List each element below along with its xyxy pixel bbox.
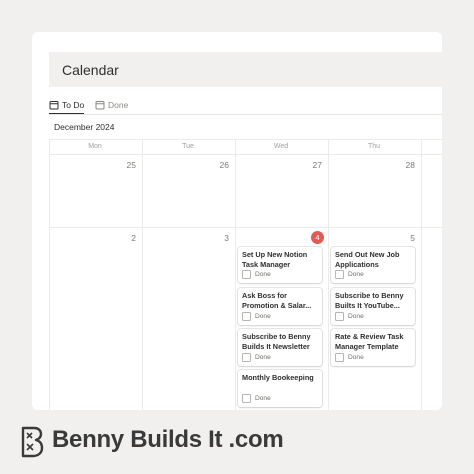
weekday-wed: Wed: [273, 143, 289, 150]
weekday-mon: Mon: [88, 143, 102, 150]
grid-line: [328, 139, 329, 410]
brand-footer: Benny Builds It .com: [20, 424, 284, 460]
done-label: Done: [255, 313, 271, 320]
tab-done[interactable]: Done: [95, 96, 128, 113]
task-card[interactable]: Ask Boss for Promotion & Salar... Done: [238, 288, 322, 325]
task-card[interactable]: Monthly Bookeeping Done: [238, 370, 322, 407]
day-number[interactable]: 26: [209, 160, 229, 170]
weekday-thu: Thu: [367, 143, 381, 150]
done-label: Done: [255, 271, 271, 278]
task-card[interactable]: Set Up New Notion Task Manager Done: [238, 247, 322, 283]
view-tabs: To Do Done: [49, 96, 442, 114]
done-toggle[interactable]: Done: [242, 394, 271, 403]
done-toggle[interactable]: Done: [335, 312, 364, 321]
task-card[interactable]: Subscribe to Benny Builts It YouTube... …: [331, 288, 415, 325]
day-number[interactable]: 2: [116, 233, 136, 243]
grid-line: [421, 139, 422, 410]
checkbox[interactable]: [335, 312, 344, 321]
done-toggle[interactable]: Done: [242, 312, 271, 321]
task-card[interactable]: Rate & Review Task Manager Template Done: [331, 329, 415, 366]
task-title: Monthly Bookeeping: [242, 373, 314, 382]
calendar-icon: [49, 100, 59, 109]
task-title: Subscribe to Benny Builts It YouTube...: [335, 291, 404, 310]
checkbox[interactable]: [242, 270, 251, 279]
checkbox[interactable]: [242, 353, 251, 362]
task-title: Set Up New Notion Task Manager: [242, 250, 308, 269]
grid-line: [49, 227, 442, 228]
checkbox[interactable]: [335, 353, 344, 362]
done-toggle[interactable]: Done: [242, 353, 271, 362]
done-toggle[interactable]: Done: [242, 270, 271, 279]
today-badge[interactable]: 4: [311, 231, 324, 244]
benny-logo-icon: [21, 426, 44, 458]
task-title: Send Out New Job Applications: [335, 250, 400, 269]
task-title: Rate & Review Task Manager Template: [335, 332, 404, 351]
grid-line: [49, 139, 50, 410]
day-number[interactable]: 5: [395, 233, 415, 243]
calendar-icon: [95, 100, 105, 109]
tab-to-do[interactable]: To Do: [49, 96, 85, 114]
day-number[interactable]: 3: [209, 233, 229, 243]
done-toggle[interactable]: Done: [335, 353, 364, 362]
checkbox[interactable]: [242, 394, 251, 403]
done-label: Done: [348, 313, 364, 320]
day-number[interactable]: 27: [302, 160, 322, 170]
done-label: Done: [348, 354, 364, 361]
done-label: Done: [255, 354, 271, 361]
tab-label: To Do: [62, 99, 85, 110]
weekday-tue: Tue: [182, 143, 194, 150]
task-title: Subscribe to Benny Builds It Newsletter: [242, 332, 311, 351]
brand-name: Benny Builds It .com: [52, 426, 284, 453]
day-number[interactable]: 25: [116, 160, 136, 170]
task-card[interactable]: Send Out New Job Applications Done: [331, 247, 415, 283]
tab-label: Done: [108, 99, 129, 110]
weekday-header: Mon Tue Wed Thu: [49, 139, 442, 155]
tabs-divider: [49, 114, 442, 115]
done-toggle[interactable]: Done: [335, 270, 364, 279]
task-title: Ask Boss for Promotion & Salar...: [242, 291, 312, 310]
calendar-card: Calendar To Do Done December 2024 Mon Tu…: [32, 32, 442, 410]
done-label: Done: [255, 395, 271, 402]
done-label: Done: [348, 271, 364, 278]
grid-line: [142, 139, 143, 410]
page-title: Calendar: [62, 62, 119, 78]
calendar-header: Calendar: [49, 52, 442, 87]
task-card[interactable]: Subscribe to Benny Builds It Newsletter …: [238, 329, 322, 366]
checkbox[interactable]: [242, 312, 251, 321]
grid-line: [235, 139, 236, 410]
day-number[interactable]: 28: [395, 160, 415, 170]
month-label: December 2024: [54, 122, 115, 132]
checkbox[interactable]: [335, 270, 344, 279]
